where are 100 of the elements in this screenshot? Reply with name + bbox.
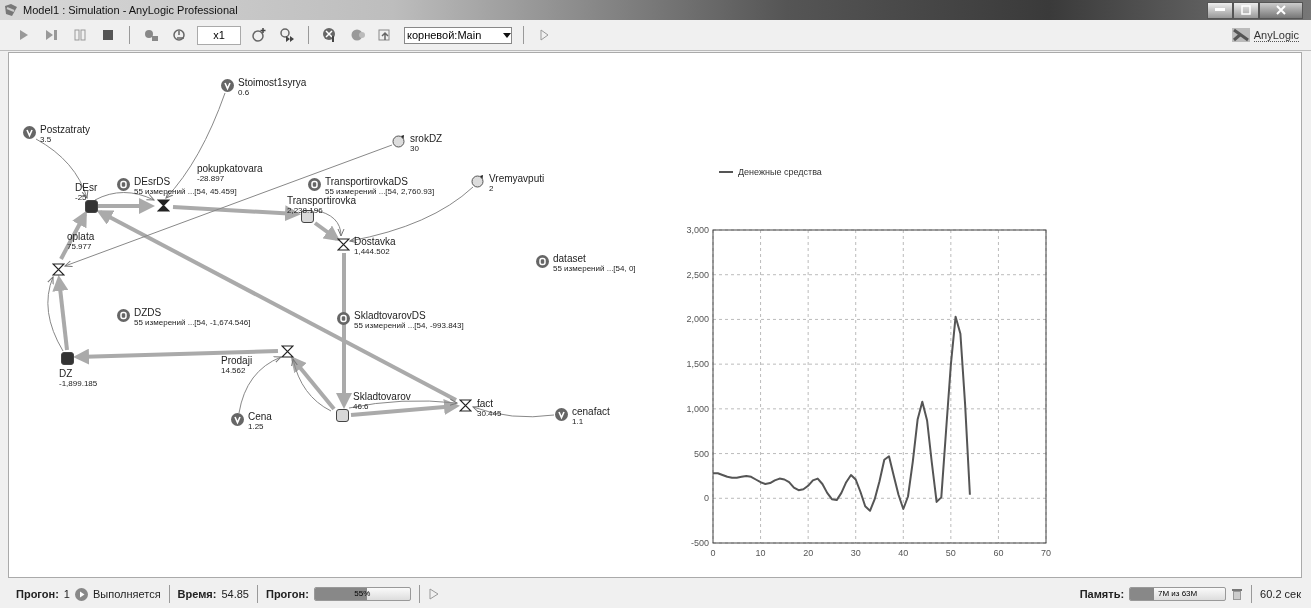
dataset-icon [535,254,549,268]
minimize-button[interactable] [1207,1,1233,19]
caret-icon [503,32,511,38]
node-name: Vremyavputi [489,174,545,184]
model-time: 54.85 [221,588,249,600]
y-tick-label: 1,000 [686,403,709,414]
node-value: 2 [489,184,494,193]
node-name: cenafact [572,407,610,417]
x-tick-label: 60 [993,548,1004,558]
hourglass-valve-icon [280,344,294,358]
hourglass-valve-icon [156,198,170,212]
variable-icon [220,78,234,92]
y-tick-label: -500 [691,538,709,548]
run-icon[interactable] [427,587,440,601]
parameter-icon [471,174,485,188]
hourglass-valve-icon [458,398,472,412]
restore-button[interactable] [1233,1,1259,19]
root-dropdown[interactable]: корневой:Main [404,26,512,44]
trash-icon[interactable] [1231,587,1244,601]
x-tick-label: 10 [755,548,766,558]
node-value: 46.6 [353,402,369,411]
node-value: -28.897 [197,174,225,183]
memory-bar: 7M из 63M [1129,587,1227,601]
close-icon [1276,5,1286,15]
node-name: DEsrDS [134,177,171,187]
chart-legend: Денежные средства [718,167,822,177]
anylogic-logo-icon [1231,28,1250,42]
node-name: DZ [59,369,73,379]
node-value: 55 измерений ...[54, 0] [553,264,636,273]
variable-icon [230,412,244,426]
node-value: 30 [410,144,419,153]
minimize-icon [1215,8,1225,12]
parameter-icon [392,134,406,148]
node-value: 55 измерений ...[54, 45.459] [134,187,237,196]
slow-down-icon [143,27,159,43]
pause-icon [72,27,88,43]
node-value: 30.445 [477,409,502,418]
node-value: 14.562 [221,366,246,375]
node-value: 1,444.502 [354,247,390,256]
node-value: 1.25 [248,422,264,431]
speed-up-button[interactable] [249,25,269,45]
node-name: DZDS [134,308,162,318]
y-tick-label: 2,500 [686,269,709,280]
node-value: 55 измерений ...[54, -1,674.546] [134,318,251,327]
clock-minus-icon [171,27,187,43]
x-tick-label: 20 [803,548,814,558]
app-logo-icon [4,3,18,17]
speed-field[interactable]: x1 [197,25,241,45]
node-name: dataset [553,254,586,264]
close-button[interactable] [1259,1,1303,19]
anylogic-link[interactable]: AnyLogic [1253,28,1299,42]
speed-up-icon [251,27,267,43]
window-title: Model1 : Simulation - AnyLogic Professional [23,4,238,16]
node-name: Transportirovka [287,196,357,206]
y-tick-label: 3,000 [686,225,709,235]
dataset-icon [116,308,130,322]
x-tick-label: 70 [1041,548,1051,558]
x-tick-label: 40 [898,548,909,558]
node-value: 0.6 [238,88,250,97]
y-tick-label: 1,500 [686,359,709,370]
progress-label: Прогон: [266,588,309,600]
variable-icon [554,407,568,421]
run-number: 1 [63,588,70,600]
run-state: Выполняется [92,588,161,600]
node-name: Cena [248,412,272,422]
hourglass-valve-icon [336,237,350,251]
y-tick-label: 0 [704,493,709,504]
node-value: 3.5 [40,135,52,144]
node-value: 55 измерений ...[54, 2,760.93] [325,187,435,196]
node-value: 1.1 [572,417,584,426]
variable-icon [22,125,36,139]
dataset-icon [116,177,130,191]
x-tick-label: 50 [945,548,956,558]
y-tick-label: 2,000 [686,314,709,325]
node-name: fact [477,399,494,409]
legend-label: Денежные средства [738,167,822,177]
dataset-icon [307,177,321,191]
node-name: Skladtovarov [353,392,411,402]
node-value: -25 [75,193,87,202]
y-tick-label: 500 [693,448,709,459]
restore-icon [1241,5,1251,15]
running-icon [74,587,88,601]
node-name: pokupkatovara [197,164,263,174]
node-name: Postzatraty [40,125,91,135]
node-value: 55 измерений ...[54, -993.843] [354,321,464,330]
elapsed-time: 60.2 сек [1260,588,1301,600]
node-name: Dostavka [354,237,396,247]
node-name: TransportirovkaDS [325,177,408,187]
experiment-icon [322,27,338,43]
node-value: 75.977 [67,242,92,251]
fast-forward-icon [279,27,295,43]
dataset-icon [336,311,350,325]
node-name: DEsr [75,183,98,193]
node-value: -1,899.185 [59,379,98,388]
hourglass-valve-icon [51,262,65,276]
node-name: Stoimost1syrya [238,78,307,88]
time-label: Время: [177,588,217,600]
x-tick-label: 30 [850,548,861,558]
x-tick-label: 0 [710,548,716,558]
step-icon [44,27,60,43]
